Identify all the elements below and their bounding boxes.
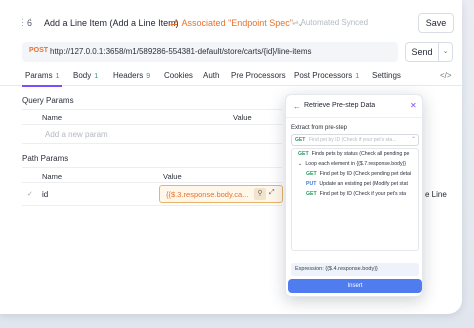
url-input[interactable]: http://127.0.0.1:3658/m1/589286-554381-d… (50, 47, 312, 56)
tab-post-processors[interactable]: Post Processors 1 (294, 71, 359, 80)
chevron-up-icon[interactable]: ⌃ (411, 136, 416, 143)
partial-label: e Line (425, 190, 447, 199)
step-number: 6 (27, 18, 33, 28)
path-col-name: Name (42, 172, 63, 181)
tab-headers[interactable]: Headers 9 (113, 71, 150, 80)
path-param-value[interactable]: {{$.3.response.body.ca... (166, 190, 250, 199)
tab-pre-processors[interactable]: Pre Processors (231, 71, 286, 80)
expand-icon[interactable]: ⤢ (269, 189, 275, 197)
list-item[interactable]: GET Find pet by ID (Check if your pet's s… (292, 191, 418, 201)
divider (286, 117, 422, 118)
list-item[interactable]: PUT Update an existing pet (Modify pet st… (292, 181, 418, 191)
search-method-badge: GET (295, 137, 306, 143)
tab-cookies[interactable]: Cookies (164, 71, 193, 80)
divider (22, 143, 282, 144)
chevron-down-icon: ⌄ (298, 161, 303, 167)
extract-label: Extract from pre-step (291, 125, 348, 131)
row-checkbox-icon[interactable]: ✓ (27, 190, 33, 198)
auto-synced-label: Automated Synced (300, 18, 369, 27)
save-button[interactable]: Save (418, 13, 454, 33)
code-icon[interactable]: </> (440, 71, 452, 80)
request-tabs: Params 1 Body 1 Headers 9 Cookies Auth Pre … (0, 68, 462, 87)
add-param-input[interactable]: Add a new param (45, 130, 108, 139)
divider (22, 182, 282, 183)
list-item[interactable]: GET Find pet by ID (Check pending pet det… (292, 171, 418, 181)
tab-params[interactable]: Params 1 (25, 71, 59, 80)
associated-endpoint-link[interactable]: ⇄ Associated "Endpoint Spec" ⌄ (170, 18, 303, 29)
insert-button[interactable]: Insert (288, 279, 422, 293)
query-col-value: Value (233, 113, 252, 122)
close-icon[interactable]: ✕ (410, 101, 417, 110)
divider (22, 124, 282, 125)
auto-synced-status: ⇌ Automated Synced (292, 18, 368, 27)
http-method[interactable]: POST (29, 47, 48, 54)
send-dropdown-icon[interactable]: ⌄ (439, 42, 453, 62)
pre-step-search-input[interactable]: GET Find pet by ID (Check if your pet's … (291, 134, 419, 146)
pre-step-list: GET Finds pets by status (Check all pendi… (291, 148, 419, 251)
popup-title: Retrieve Pre-step Data (304, 102, 376, 109)
tab-auth[interactable]: Auth (203, 71, 219, 80)
request-step-card: ⋮⋮ 6 Add a Line Item (Add a Line Item) ⇄… (0, 0, 462, 314)
tab-settings[interactable]: Settings (372, 71, 401, 80)
path-param-name[interactable]: id (42, 190, 48, 199)
url-bar[interactable]: POST http://127.0.0.1:3658/m1/589286-554… (22, 42, 398, 62)
query-col-name: Name (42, 113, 63, 122)
step-title[interactable]: Add a Line Item (Add a Line Item) (44, 18, 179, 28)
search-placeholder: Find pet by ID (Check if your pet's sta.… (309, 137, 397, 143)
expression-preview: Expression: {{$.4.response.body}} (291, 263, 419, 276)
path-param-value-field[interactable]: {{$.3.response.body.ca... ⚲ ⤢ (159, 185, 283, 203)
divider (22, 109, 282, 110)
step-header: ⋮⋮ 6 Add a Line Item (Add a Line Item) ⇄… (0, 12, 462, 34)
magic-picker-icon[interactable]: ⚲ (254, 188, 266, 200)
query-params-heading: Query Params (22, 96, 74, 105)
divider (22, 205, 282, 206)
retrieve-pre-step-popup: ← Retrieve Pre-step Data ✕ Extract from … (285, 94, 423, 297)
link-icon: ⇄ (170, 18, 178, 28)
expression-text: Expression: {{$.4.response.body}} (295, 266, 378, 272)
send-button[interactable]: Send (405, 42, 439, 62)
active-tab-indicator (22, 85, 62, 87)
associated-label: Associated "Endpoint Spec" (181, 18, 294, 28)
path-params-heading: Path Params (22, 154, 69, 163)
tab-body[interactable]: Body 1 (73, 71, 98, 80)
list-item-loop[interactable]: ⌄ Loop each element in {{$.7.response.bod… (292, 161, 418, 171)
divider (22, 167, 282, 168)
back-arrow-icon[interactable]: ← (293, 102, 301, 111)
path-col-value: Value (163, 172, 182, 181)
list-item[interactable]: GET Finds pets by status (Check all pendi… (292, 151, 418, 161)
